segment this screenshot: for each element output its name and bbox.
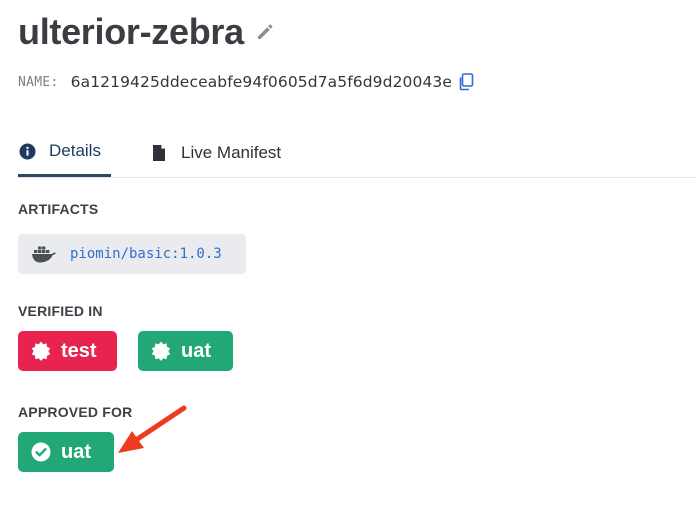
docker-icon — [31, 244, 57, 264]
artifact-chip[interactable]: piomin/basic:1.0.3 — [18, 234, 246, 274]
title-row: ulterior-zebra — [18, 10, 276, 54]
name-value: 6a1219425ddeceabfe94f0605d7a5f6d9d20043e — [70, 73, 453, 91]
name-label: NAME: — [18, 74, 59, 90]
artifacts-heading: ARTIFACTS — [18, 201, 99, 217]
page-title: ulterior-zebra — [18, 11, 244, 52]
verified-env-uat[interactable]: uat — [138, 331, 233, 371]
file-icon — [150, 144, 168, 162]
tab-live-manifest-label: Live Manifest — [181, 143, 282, 162]
name-row: NAME: 6a1219425ddeceabfe94f0605d7a5f6d9d… — [18, 73, 474, 91]
copy-icon[interactable] — [458, 73, 474, 91]
pencil-icon[interactable] — [254, 21, 276, 43]
artifact-name: piomin/basic:1.0.3 — [70, 246, 222, 262]
check-circle-icon — [31, 442, 51, 462]
info-circle-icon — [18, 142, 36, 160]
badge-seal-icon — [31, 341, 51, 361]
approved-env-uat[interactable]: uat — [18, 432, 114, 472]
verified-in-heading: VERIFIED IN — [18, 303, 103, 319]
annotation-arrow-icon — [118, 405, 187, 453]
tab-bar: Details Live Manifest — [18, 128, 696, 178]
verified-env-test[interactable]: test — [18, 331, 117, 371]
badge-seal-icon — [151, 341, 171, 361]
tab-live-manifest[interactable]: Live Manifest — [150, 128, 281, 178]
approved-env-uat-label: uat — [61, 440, 91, 463]
tab-details[interactable]: Details — [18, 128, 111, 177]
tab-details-label: Details — [49, 141, 101, 160]
verified-env-test-label: test — [61, 339, 97, 362]
verified-env-uat-label: uat — [181, 339, 211, 362]
